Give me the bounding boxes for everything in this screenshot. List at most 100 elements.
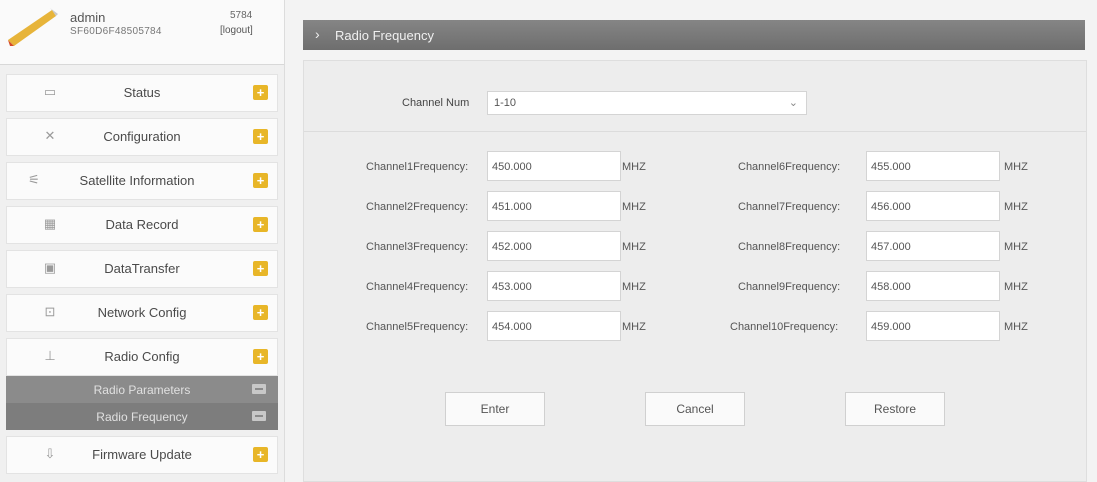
channel8-frequency-input[interactable]: 457.000 xyxy=(866,231,1000,261)
logout-link[interactable]: [logout] xyxy=(220,25,253,36)
sidebar-item-label: Status xyxy=(123,85,161,100)
channel6-label: Channel6Frequency: xyxy=(738,161,841,173)
sidebar-item-datatransfer[interactable]: ▣ DataTransfer + xyxy=(6,250,278,288)
channel3-frequency-value: 452.000 xyxy=(492,241,532,253)
sidebar-item-label: DataTransfer xyxy=(104,261,180,276)
expand-plus-icon[interactable]: + xyxy=(253,261,268,276)
expand-plus-icon[interactable]: + xyxy=(253,447,268,462)
channel1-unit: MHZ xyxy=(622,161,646,173)
expand-plus-icon[interactable]: + xyxy=(253,129,268,144)
channel10-frequency-value: 459.000 xyxy=(871,321,911,333)
channel8-frequency-value: 457.000 xyxy=(871,241,911,253)
expand-plus-icon[interactable]: + xyxy=(253,217,268,232)
channel3-frequency-input[interactable]: 452.000 xyxy=(487,231,621,261)
channel5-row: Channel5Frequency: 454.000 MHZ xyxy=(304,311,694,345)
channel2-unit: MHZ xyxy=(622,201,646,213)
expand-plus-icon[interactable]: + xyxy=(253,85,268,100)
channel7-row: Channel7Frequency: 456.000 MHZ xyxy=(694,191,1086,225)
sidebar-item-firmware-update[interactable]: ⇩ Firmware Update + xyxy=(6,436,278,474)
enter-button[interactable]: Enter xyxy=(445,392,545,426)
channel1-row: Channel1Frequency: 450.000 MHZ xyxy=(304,151,694,185)
sidebar-item-status[interactable]: ▭ Status + xyxy=(6,74,278,112)
channel2-frequency-input[interactable]: 451.000 xyxy=(487,191,621,221)
expand-plus-icon[interactable]: + xyxy=(253,349,268,364)
transfer-icon: ▣ xyxy=(43,260,57,275)
sidebar-subitem-radio-parameters[interactable]: Radio Parameters xyxy=(6,376,278,403)
channel9-label: Channel9Frequency: xyxy=(738,281,841,293)
sidebar-subitem-label: Radio Parameters xyxy=(93,383,191,397)
channel5-unit: MHZ xyxy=(622,321,646,333)
sidebar: admin SF60D6F48505784 5784 [logout] ▭ St… xyxy=(0,0,285,482)
channel4-frequency-value: 453.000 xyxy=(492,281,532,293)
expand-plus-icon[interactable]: + xyxy=(253,173,268,188)
channel-num-label: Channel Num xyxy=(402,97,470,109)
channel4-label: Channel4Frequency: xyxy=(366,281,469,293)
channel10-row: Channel10Frequency: 459.000 MHZ xyxy=(694,311,1086,345)
channel5-frequency-input[interactable]: 454.000 xyxy=(487,311,621,341)
channel-num-value: 1-10 xyxy=(494,97,517,109)
network-icon: ⊡ xyxy=(44,304,56,319)
channel-num-row: Channel Num 1-10 ⌄ xyxy=(304,71,1086,132)
channel10-label: Channel10Frequency: xyxy=(730,321,839,333)
sidebar-item-label: Firmware Update xyxy=(92,447,192,462)
tools-icon: ✕ xyxy=(44,128,56,143)
sidebar-item-label: Data Record xyxy=(105,217,179,232)
sidebar-item-label: Radio Config xyxy=(104,349,180,364)
sidebar-menu: ▭ Status + ✕ Configuration + ⚟ Satellite… xyxy=(0,74,284,480)
page-title: Radio Frequency xyxy=(335,28,434,43)
channel5-label: Channel5Frequency: xyxy=(366,321,469,333)
username: admin xyxy=(70,10,106,25)
channel4-frequency-input[interactable]: 453.000 xyxy=(487,271,621,301)
satellite-icon: ⚟ xyxy=(28,172,40,187)
cancel-button[interactable]: Cancel xyxy=(645,392,745,426)
logo-icon xyxy=(8,8,58,46)
sidebar-item-configuration[interactable]: ✕ Configuration + xyxy=(6,118,278,156)
upload-icon: ⇩ xyxy=(44,446,56,461)
sidebar-item-data-record[interactable]: ▦ Data Record + xyxy=(6,206,278,244)
channel6-unit: MHZ xyxy=(1004,161,1028,173)
chevron-right-icon: › xyxy=(315,26,320,42)
restore-button[interactable]: Restore xyxy=(845,392,945,426)
calendar-icon: ▦ xyxy=(43,216,57,231)
channel7-frequency-value: 456.000 xyxy=(871,201,911,213)
channel7-unit: MHZ xyxy=(1004,201,1028,213)
device-serial: SF60D6F48505784 xyxy=(70,26,162,37)
channel6-frequency-value: 455.000 xyxy=(871,161,911,173)
channel4-row: Channel4Frequency: 453.000 MHZ xyxy=(304,271,694,305)
channel8-row: Channel8Frequency: 457.000 MHZ xyxy=(694,231,1086,265)
channel6-row: Channel6Frequency: 455.000 MHZ xyxy=(694,151,1086,185)
user-panel: admin SF60D6F48505784 5784 [logout] xyxy=(0,0,284,65)
channel2-row: Channel2Frequency: 451.000 MHZ xyxy=(304,191,694,225)
sidebar-item-label: Satellite Information xyxy=(79,173,195,188)
channel10-frequency-input[interactable]: 459.000 xyxy=(866,311,1000,341)
channel1-label: Channel1Frequency: xyxy=(366,161,469,173)
sidebar-item-label: Configuration xyxy=(103,129,181,144)
channel3-unit: MHZ xyxy=(622,241,646,253)
channel9-frequency-value: 458.000 xyxy=(871,281,911,293)
sidebar-item-radio-config[interactable]: ⊥ Radio Config + xyxy=(6,338,278,376)
expand-plus-icon[interactable]: + xyxy=(253,305,268,320)
channel7-label: Channel7Frequency: xyxy=(738,201,841,213)
channel8-unit: MHZ xyxy=(1004,241,1028,253)
channel8-label: Channel8Frequency: xyxy=(738,241,841,253)
sidebar-item-network-config[interactable]: ⊡ Network Config + xyxy=(6,294,278,332)
page-header: › Radio Frequency xyxy=(303,20,1085,50)
channel3-label: Channel3Frequency: xyxy=(366,241,469,253)
channel7-frequency-input[interactable]: 456.000 xyxy=(866,191,1000,221)
sidebar-subitem-label: Radio Frequency xyxy=(96,410,188,424)
channel1-frequency-value: 450.000 xyxy=(492,161,532,173)
sidebar-item-label: Network Config xyxy=(97,305,187,320)
channel2-frequency-value: 451.000 xyxy=(492,201,532,213)
monitor-icon: ▭ xyxy=(43,84,57,99)
serial-short: 5784 xyxy=(230,10,253,21)
channel6-frequency-input[interactable]: 455.000 xyxy=(866,151,1000,181)
collapse-minus-icon[interactable] xyxy=(252,411,266,421)
collapse-minus-icon[interactable] xyxy=(252,384,266,394)
sidebar-subitem-radio-frequency[interactable]: Radio Frequency xyxy=(6,403,278,430)
channel1-frequency-input[interactable]: 450.000 xyxy=(487,151,621,181)
channel2-label: Channel2Frequency: xyxy=(366,201,469,213)
channel9-frequency-input[interactable]: 458.000 xyxy=(866,271,1000,301)
channel-num-select[interactable]: 1-10 ⌄ xyxy=(487,91,807,115)
channel5-frequency-value: 454.000 xyxy=(492,321,532,333)
sidebar-item-satellite-information[interactable]: ⚟ Satellite Information + xyxy=(6,162,278,200)
